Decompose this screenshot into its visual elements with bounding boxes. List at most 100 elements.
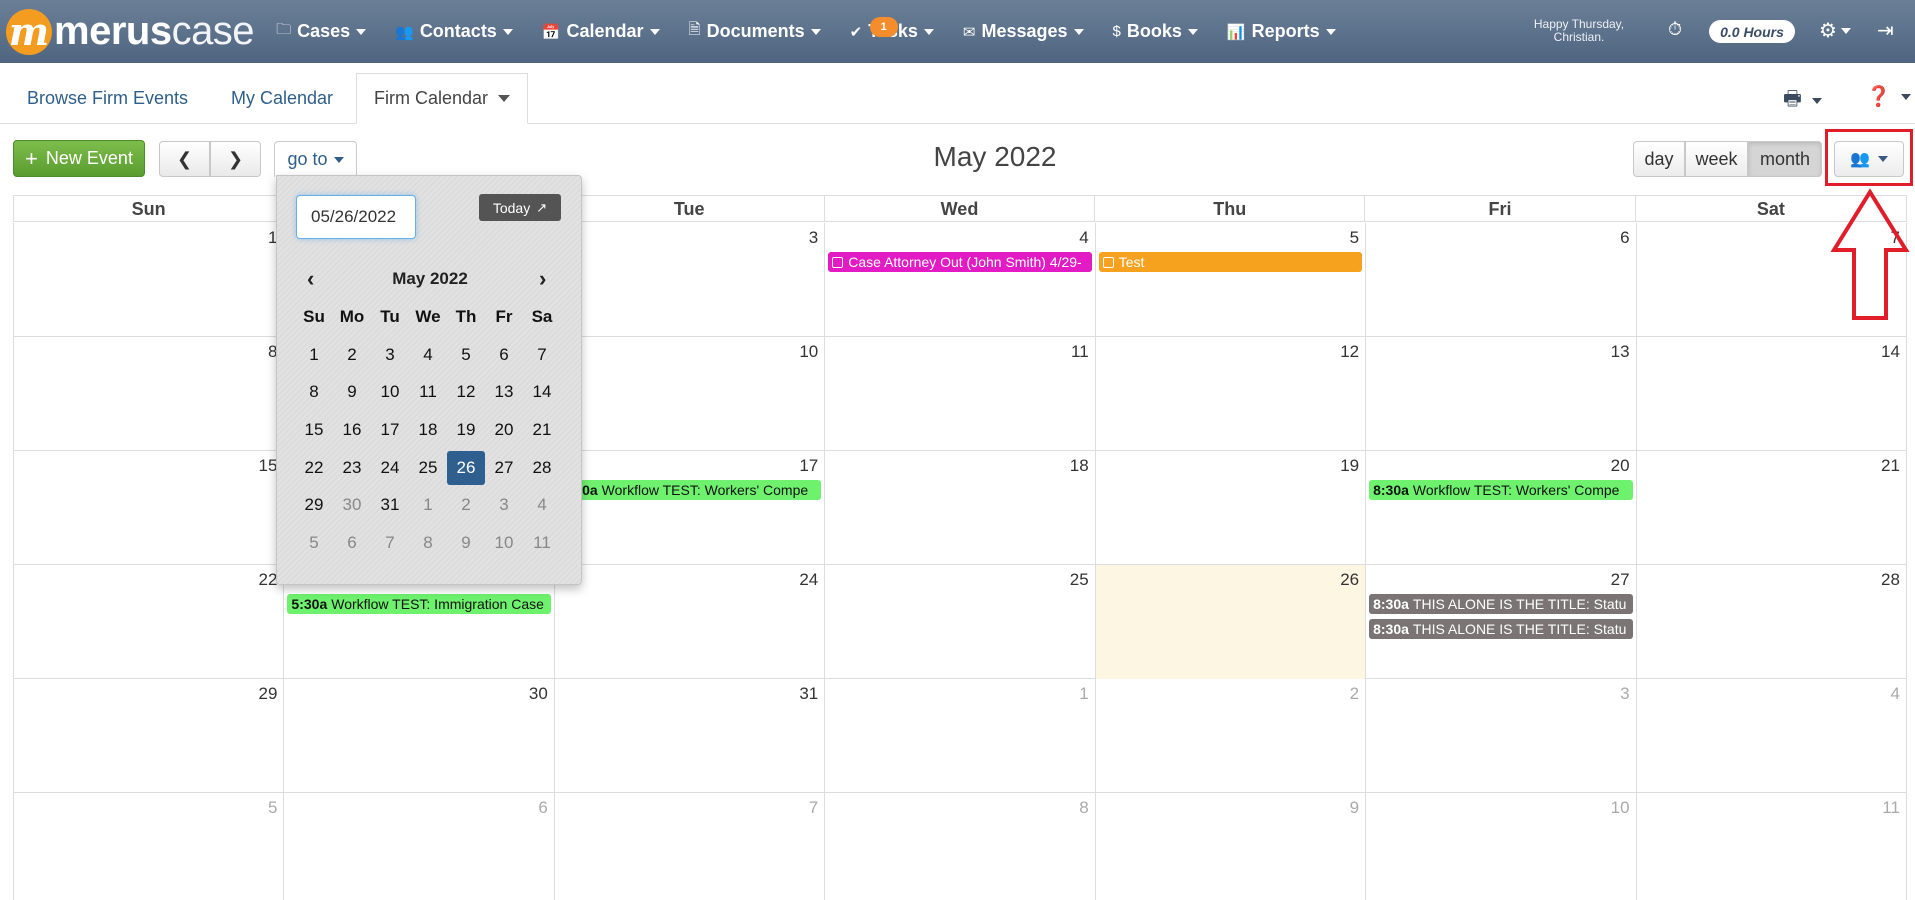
calendar-day[interactable]: 25 — [825, 565, 1096, 679]
calendar-day[interactable]: 10 — [555, 337, 826, 451]
calendar-day[interactable]: 11 — [1637, 793, 1907, 900]
prev-month-button[interactable]: ❮ — [159, 141, 210, 177]
datepicker-day[interactable]: 18 — [409, 413, 447, 447]
datepicker-day[interactable]: 25 — [409, 451, 447, 485]
datepicker-day[interactable]: 17 — [371, 413, 409, 447]
calendar-event[interactable]: 5:30a Workflow TEST: Immigration Case — [287, 594, 551, 614]
calendar-event[interactable]: Case Attorney Out (John Smith) 4/29- — [828, 252, 1092, 272]
next-month-button[interactable]: ❯ — [210, 141, 261, 177]
tab-firm-calendar[interactable]: Firm Calendar — [356, 73, 529, 124]
calendar-event[interactable]: 8:30aWorkflow TEST: Workers' Compe — [557, 480, 822, 500]
view-week-button[interactable]: week — [1685, 141, 1748, 177]
day-number[interactable]: 11 — [1882, 798, 1900, 818]
help-button[interactable]: ❓ — [1866, 84, 1911, 109]
datepicker-day[interactable]: 1 — [409, 488, 447, 522]
nav-calendar[interactable]: 📅 Calendar — [542, 21, 660, 42]
calendar-day[interactable]: 21 — [1637, 451, 1907, 565]
calendar-event[interactable]: 8:30a THIS ALONE IS THE TITLE: Statu — [1369, 594, 1633, 614]
day-number[interactable]: 3 — [809, 228, 818, 248]
datepicker-day[interactable]: 7 — [371, 526, 409, 560]
datepicker-day[interactable]: 22 — [295, 451, 333, 485]
day-number[interactable]: 18 — [1070, 456, 1089, 476]
calendar-event[interactable]: 8:30a THIS ALONE IS THE TITLE: Statu — [1369, 619, 1633, 639]
datepicker-day[interactable]: 3 — [371, 338, 409, 372]
datepicker-day[interactable]: 16 — [333, 413, 371, 447]
view-month-button[interactable]: month — [1748, 141, 1822, 177]
tab-browse-firm-events[interactable]: Browse Firm Events — [27, 73, 188, 124]
calendar-day[interactable]: 6 — [1366, 223, 1637, 337]
datepicker-day[interactable]: 24 — [371, 451, 409, 485]
day-number[interactable]: 11 — [1071, 342, 1089, 362]
datepicker-day[interactable]: 8 — [295, 375, 333, 409]
datepicker-day[interactable]: 29 — [295, 488, 333, 522]
calendar-event[interactable]: Test — [1098, 252, 1363, 272]
day-number[interactable]: 17 — [799, 456, 818, 476]
day-number[interactable]: 7 — [809, 798, 818, 818]
datepicker-day[interactable]: 11 — [409, 375, 447, 409]
day-number[interactable]: 4 — [1079, 228, 1088, 248]
day-number[interactable]: 15 — [259, 456, 278, 476]
day-number[interactable]: 28 — [1881, 570, 1900, 590]
calendar-day[interactable]: 1 — [825, 679, 1096, 793]
day-number[interactable]: 8 — [1079, 798, 1088, 818]
datepicker-day[interactable]: 10 — [371, 375, 409, 409]
datepicker-day[interactable]: 19 — [447, 413, 485, 447]
calendar-day[interactable]: 20 8:30a Workflow TEST: Workers' Compe — [1366, 451, 1637, 565]
day-number[interactable]: 6 — [538, 798, 547, 818]
nav-tasks[interactable]: ✔Tasks1 — [850, 17, 934, 42]
calendar-day[interactable]: 3 — [555, 223, 826, 337]
calendar-day[interactable]: 7 — [555, 793, 826, 900]
datepicker-day[interactable]: 1 — [295, 338, 333, 372]
day-number[interactable]: 2 — [1350, 684, 1359, 704]
calendar-day-today[interactable]: 26 — [1095, 565, 1367, 679]
calendar-day[interactable]: 4 Case Attorney Out (John Smith) 4/29- — [825, 223, 1096, 337]
day-number[interactable]: 6 — [1620, 228, 1629, 248]
calendar-day[interactable]: 6 — [284, 793, 555, 900]
hours-counter[interactable]: 0.0 Hours — [1709, 20, 1795, 43]
calendar-day[interactable]: 5 Test — [1096, 223, 1367, 337]
datepicker-day[interactable]: 6 — [333, 526, 371, 560]
day-number[interactable]: 13 — [1611, 342, 1630, 362]
logout-icon[interactable]: ⇥ — [1877, 18, 1894, 43]
calendar-event[interactable]: 8:30aWorkflow TEST: Workers' Compe — [1369, 480, 1633, 500]
calendar-day[interactable]: 19 — [1096, 451, 1367, 565]
calendar-day[interactable]: 18 — [825, 451, 1096, 565]
tab-my-calendar[interactable]: My Calendar — [231, 73, 333, 124]
datepicker-day[interactable]: 30 — [333, 488, 371, 522]
chevron-left-icon[interactable]: ‹ — [307, 266, 314, 292]
calendar-day[interactable]: 31 — [555, 679, 826, 793]
nav-documents[interactable]: 🗎 Documents — [689, 19, 821, 44]
day-number[interactable]: 5 — [268, 798, 277, 818]
day-number[interactable]: 12 — [1340, 342, 1359, 362]
calendar-day[interactable]: 2 — [1096, 679, 1367, 793]
day-number[interactable]: 27 — [1611, 570, 1630, 590]
day-number[interactable]: 14 — [1881, 342, 1900, 362]
datepicker-day[interactable]: 9 — [447, 526, 485, 560]
datepicker-day[interactable]: 6 — [485, 338, 523, 372]
datepicker-day[interactable]: 23 — [333, 451, 371, 485]
day-number[interactable]: 24 — [799, 570, 818, 590]
today-button[interactable]: Today ↗ — [479, 194, 561, 221]
datepicker-day[interactable]: 28 — [523, 451, 561, 485]
calendar-day[interactable]: 9 — [1096, 793, 1367, 900]
datepicker-day[interactable]: 5 — [447, 338, 485, 372]
day-number[interactable]: 21 — [1881, 456, 1900, 476]
calendar-day[interactable]: 13 — [1366, 337, 1637, 451]
datepicker-day[interactable]: 31 — [371, 488, 409, 522]
calendar-day[interactable]: 15 — [14, 451, 285, 565]
calendar-day[interactable]: 10 — [1366, 793, 1637, 900]
calendar-day[interactable]: 8 — [825, 793, 1096, 900]
day-number[interactable]: 9 — [1350, 798, 1359, 818]
day-number[interactable]: 1 — [1079, 684, 1088, 704]
calendar-day[interactable]: 27 8:30a THIS ALONE IS THE TITLE: Statu 8:3… — [1366, 565, 1637, 679]
day-number[interactable]: 29 — [259, 684, 278, 704]
calendar-day[interactable]: 8 — [14, 337, 285, 451]
settings-menu[interactable]: ⚙ — [1819, 18, 1851, 43]
calendar-day[interactable]: 22 — [14, 565, 285, 679]
day-number[interactable]: 25 — [1070, 570, 1089, 590]
goto-date-button[interactable]: go to — [274, 141, 357, 177]
calendar-day[interactable]: 17 8:30aWorkflow TEST: Workers' Compe — [555, 451, 826, 565]
nav-books[interactable]: $ Books — [1113, 21, 1198, 42]
datepicker-day[interactable]: 12 — [447, 375, 485, 409]
calendar-day[interactable]: 24 — [555, 565, 826, 679]
